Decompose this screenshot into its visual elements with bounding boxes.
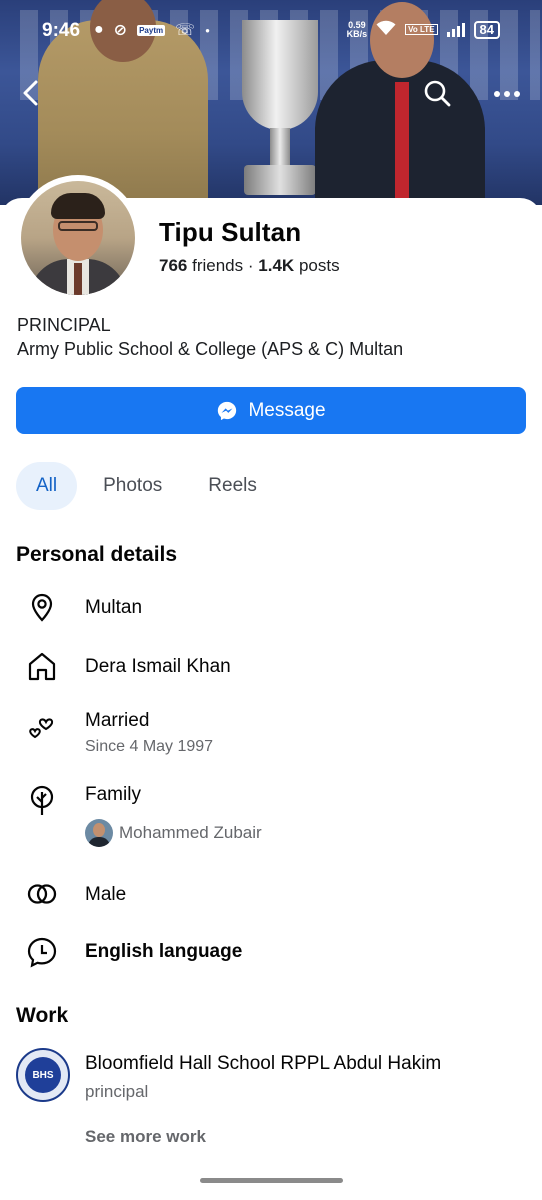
home-icon	[28, 652, 56, 681]
personal-details-title: Personal details	[16, 543, 178, 566]
bio-line-title: PRINCIPAL	[17, 315, 111, 335]
tab-reels[interactable]: Reels	[188, 462, 277, 510]
stats-separator: ·	[247, 256, 254, 275]
home-indicator[interactable]	[200, 1178, 343, 1183]
current-city-label: Multan	[85, 597, 143, 618]
status-right-icons: 0.59 KB/s Vo LTE 84	[347, 20, 500, 39]
relationship-label: Married	[85, 710, 150, 731]
profile-avatar[interactable]	[15, 175, 141, 301]
net-speed: 0.59 KB/s	[346, 19, 368, 39]
signal-icon	[446, 22, 465, 37]
gender-label: Male	[85, 884, 127, 905]
see-more-work-link[interactable]: See more work	[85, 1127, 206, 1147]
messenger-icon	[218, 401, 237, 420]
family-label: Family	[85, 784, 141, 805]
status-time: 9:46	[42, 20, 81, 41]
back-button[interactable]	[20, 78, 44, 108]
profile-bio: PRINCIPAL Army Public School & College (…	[17, 313, 403, 361]
friends-label[interactable]: friends	[192, 256, 243, 275]
search-button[interactable]	[422, 78, 452, 108]
family-member-item[interactable]: Mohammed Zubair	[85, 819, 262, 847]
posts-count: 1.4K	[258, 256, 295, 275]
work-position: principal	[85, 1082, 149, 1101]
profile-tabs: All Photos Reels	[16, 462, 283, 510]
tab-photos[interactable]: Photos	[83, 462, 182, 510]
message-button-label: Message	[248, 399, 326, 421]
work-employer: Bloomfield Hall School RPPL Abdul Hakim	[85, 1053, 442, 1074]
location-pin-icon	[31, 593, 53, 622]
status-bar: 9:46 ● ⊘ Paytm ☏ ● 0.59 KB/s Vo LTE 84	[0, 0, 542, 62]
missed-call-icon: ☏	[175, 22, 196, 39]
family-tree-icon	[30, 785, 54, 815]
speech-bubble-icon	[27, 937, 57, 968]
chat-bubble-icon: ●	[94, 21, 104, 38]
relationship-since: Since 4 May 1997	[85, 738, 214, 755]
family-member-avatar	[85, 819, 113, 847]
top-nav	[0, 72, 542, 116]
tab-all[interactable]: All	[16, 462, 78, 510]
hearts-icon	[29, 718, 54, 739]
hometown-label: Dera Ismail Khan	[85, 656, 231, 677]
search-icon	[424, 80, 451, 107]
volte-badge: Vo LTE	[405, 24, 438, 35]
family-member-name: Mohammed Zubair	[119, 823, 262, 842]
message-button[interactable]: Message	[16, 387, 526, 434]
more-options-button[interactable]	[492, 84, 522, 104]
status-left-icons: ● ⊘ Paytm ☏ ●	[94, 20, 210, 40]
bio-line-institution: Army Public School & College (APS & C) M…	[17, 339, 404, 359]
profile-stats: 766 friends · 1.4K posts	[159, 256, 340, 276]
work-title: Work	[16, 1004, 69, 1027]
paytm-icon: Paytm	[137, 24, 166, 36]
friends-count[interactable]: 766	[159, 256, 187, 275]
battery-icon: 84	[473, 20, 500, 39]
more-dots-icon	[494, 91, 520, 97]
wifi-icon	[376, 20, 396, 39]
no-disturb-icon: ⊘	[113, 22, 128, 39]
profile-name: Tipu Sultan	[159, 217, 302, 247]
back-arrow-icon	[23, 80, 38, 106]
school-logo[interactable]: BHS	[16, 1048, 70, 1102]
notification-dot-icon: ●	[205, 25, 210, 35]
language-label: English language	[85, 941, 243, 962]
gender-icon	[27, 884, 57, 904]
posts-label: posts	[298, 256, 340, 275]
